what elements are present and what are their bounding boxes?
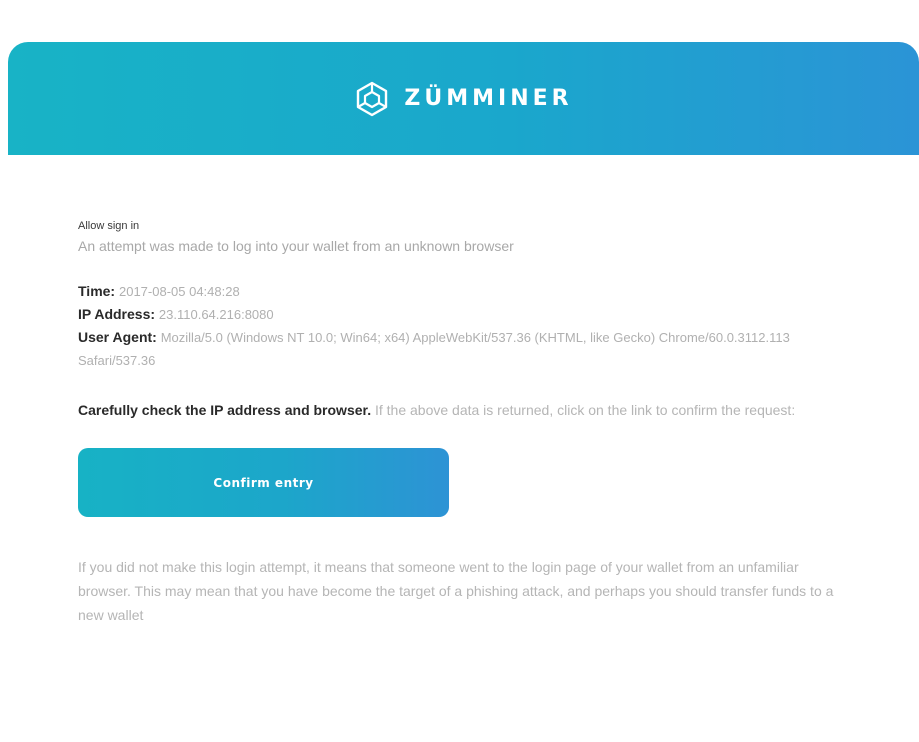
brand: ZÜMMINER bbox=[354, 81, 572, 117]
user-agent-label: User Agent: bbox=[78, 329, 157, 345]
warning-paragraph: Carefully check the IP address and brows… bbox=[78, 398, 838, 422]
email-body: ZÜMMINER Allow sign in An attempt was ma… bbox=[0, 0, 919, 742]
footer-notice: If you did not make this login attempt, … bbox=[78, 559, 834, 623]
confirm-entry-button[interactable]: Confirm entry bbox=[78, 448, 449, 517]
ip-value: 23.110.64.216:8080 bbox=[158, 307, 274, 322]
hexagon-cube-logo-icon bbox=[357, 81, 388, 116]
time-label: Time: bbox=[78, 283, 116, 299]
user-agent-value: Mozilla/5.0 (Windows NT 10.0; Win64; x64… bbox=[78, 330, 790, 368]
ip-label: IP Address: bbox=[78, 306, 156, 322]
email-header-banner: ZÜMMINER bbox=[8, 42, 919, 155]
warning-strong: Carefully check the IP address and brows… bbox=[78, 402, 372, 418]
warning-text: If the above data is returned, click on … bbox=[374, 402, 796, 418]
message-intro: An attempt was made to log into your wal… bbox=[78, 238, 514, 254]
time-row: Time: 2017-08-05 04:48:28 bbox=[78, 280, 838, 303]
time-value: 2017-08-05 04:48:28 bbox=[118, 284, 240, 299]
message-content: Allow sign in An attempt was made to log… bbox=[78, 220, 838, 627]
user-agent-row: User Agent: Mozilla/5.0 (Windows NT 10.0… bbox=[78, 326, 838, 372]
brand-name: ZÜMMINER bbox=[404, 86, 573, 111]
login-details: Time: 2017-08-05 04:48:28 IP Address: 23… bbox=[78, 280, 838, 372]
message-heading: Allow sign in bbox=[78, 220, 140, 232]
ip-row: IP Address: 23.110.64.216:8080 bbox=[78, 303, 838, 326]
